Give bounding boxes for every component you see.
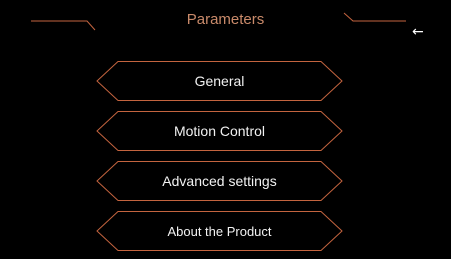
menu-button-about-product[interactable]: About the Product bbox=[96, 211, 343, 251]
back-arrow-icon[interactable]: ← bbox=[412, 24, 424, 40]
menu-button-label: Motion Control bbox=[173, 123, 266, 139]
page-title: Parameters bbox=[186, 11, 265, 28]
menu-button-motion-control[interactable]: Motion Control bbox=[96, 111, 343, 151]
menu-button-label: General bbox=[194, 73, 245, 89]
menu-button-advanced-settings[interactable]: Advanced settings bbox=[96, 161, 343, 201]
menu-button-label: Advanced settings bbox=[162, 173, 277, 189]
menu-button-label: About the Product bbox=[167, 223, 272, 239]
screen-frame: Parameters ← General Motion Control Adva… bbox=[0, 0, 451, 259]
menu-button-general[interactable]: General bbox=[96, 61, 343, 101]
